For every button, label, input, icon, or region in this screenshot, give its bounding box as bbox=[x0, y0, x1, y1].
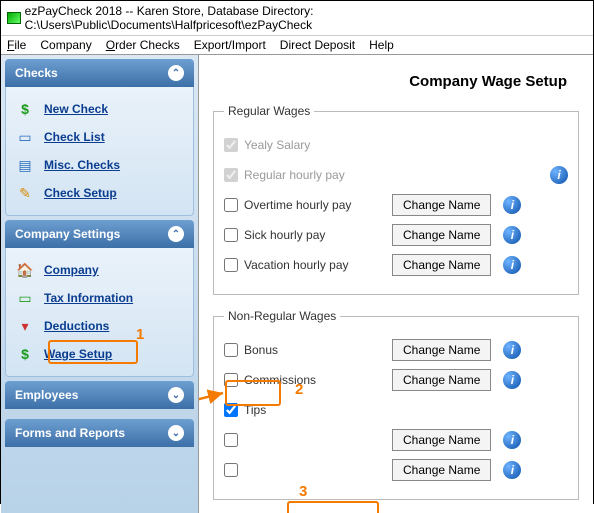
overtime-text: Overtime hourly pay bbox=[244, 198, 351, 212]
help-icon[interactable]: i bbox=[503, 371, 521, 389]
change-name-button[interactable]: Change Name bbox=[392, 369, 491, 391]
help-icon[interactable]: i bbox=[503, 256, 521, 274]
collapse-icon[interactable]: ⌃ bbox=[168, 226, 184, 242]
nav-company[interactable]: 🏠 Company bbox=[12, 256, 187, 284]
help-icon[interactable]: i bbox=[503, 341, 521, 359]
house-icon: 🏠 bbox=[16, 261, 34, 279]
overtime-label[interactable]: Overtime hourly pay bbox=[224, 198, 384, 212]
nav-check-list[interactable]: ▭ Check List bbox=[12, 123, 187, 151]
list-icon: ▭ bbox=[16, 128, 34, 146]
tips-label[interactable]: Tips bbox=[224, 403, 384, 417]
vacation-checkbox[interactable] bbox=[224, 258, 238, 272]
sick-text: Sick hourly pay bbox=[244, 228, 325, 242]
menu-help[interactable]: Help bbox=[369, 38, 394, 52]
nav-link[interactable]: Deductions bbox=[44, 319, 109, 333]
collapse-icon[interactable]: ⌃ bbox=[168, 65, 184, 81]
nonregular-wages-group: Non-Regular Wages Bonus Change Name i Co… bbox=[213, 309, 579, 500]
menu-export-import[interactable]: Export/Import bbox=[194, 38, 266, 52]
menu-file[interactable]: File bbox=[7, 38, 26, 52]
menu-bar: File Company Order Checks Export/Import … bbox=[1, 36, 593, 55]
window-title: ezPayCheck 2018 -- Karen Store, Database… bbox=[25, 4, 587, 32]
main-content: Company Wage Setup Regular Wages Yealy S… bbox=[199, 55, 593, 513]
change-name-button[interactable]: Change Name bbox=[392, 224, 491, 246]
clipboard-icon: ▤ bbox=[16, 156, 34, 174]
nav-misc-checks[interactable]: ▤ Misc. Checks bbox=[12, 151, 187, 179]
nav-new-check[interactable]: $ New Check bbox=[12, 95, 187, 123]
change-name-button[interactable]: Change Name bbox=[392, 254, 491, 276]
app-icon bbox=[7, 12, 21, 24]
wage-icon: $ bbox=[16, 345, 34, 363]
change-name-button[interactable]: Change Name bbox=[392, 459, 491, 481]
panel-company-body: 🏠 Company ▭ Tax Information ▾ Deductions… bbox=[5, 248, 194, 377]
commissions-label[interactable]: Commissions bbox=[224, 373, 384, 387]
nav-link[interactable]: Check List bbox=[44, 130, 105, 144]
panel-checks-title: Checks bbox=[15, 66, 58, 80]
nav-wage-setup[interactable]: $ Wage Setup bbox=[12, 340, 187, 368]
expand-icon[interactable]: ⌄ bbox=[168, 387, 184, 403]
change-name-button[interactable]: Change Name bbox=[392, 429, 491, 451]
panel-employees-title: Employees bbox=[15, 388, 78, 402]
custom2-label[interactable] bbox=[224, 463, 384, 477]
regular-wages-group: Regular Wages Yealy Salary Regular hourl… bbox=[213, 104, 579, 295]
regular-wages-legend: Regular Wages bbox=[224, 104, 314, 118]
nav-link[interactable]: Check Setup bbox=[44, 186, 117, 200]
nav-link[interactable]: Misc. Checks bbox=[44, 158, 120, 172]
annotation-box-1 bbox=[48, 340, 138, 364]
change-name-button[interactable]: Change Name bbox=[392, 194, 491, 216]
sick-label[interactable]: Sick hourly pay bbox=[224, 228, 384, 242]
yearly-salary-text: Yealy Salary bbox=[244, 138, 310, 152]
bonus-label[interactable]: Bonus bbox=[224, 343, 384, 357]
custom2-checkbox[interactable] bbox=[224, 463, 238, 477]
annotation-box-3 bbox=[287, 501, 379, 513]
panel-checks-body: $ New Check ▭ Check List ▤ Misc. Checks … bbox=[5, 87, 194, 216]
tips-checkbox[interactable] bbox=[224, 403, 238, 417]
help-icon[interactable]: i bbox=[503, 431, 521, 449]
custom1-label[interactable] bbox=[224, 433, 384, 447]
menu-direct-deposit[interactable]: Direct Deposit bbox=[280, 38, 355, 52]
vacation-text: Vacation hourly pay bbox=[244, 258, 349, 272]
nav-deductions[interactable]: ▾ Deductions bbox=[12, 312, 187, 340]
bonus-checkbox[interactable] bbox=[224, 343, 238, 357]
hourly-pay-text: Regular hourly pay bbox=[244, 168, 345, 182]
panel-forms-title: Forms and Reports bbox=[15, 426, 125, 440]
nav-check-setup[interactable]: ✎ Check Setup bbox=[12, 179, 187, 207]
commissions-checkbox[interactable] bbox=[224, 373, 238, 387]
yearly-salary-checkbox bbox=[224, 138, 238, 152]
hourly-pay-label: Regular hourly pay bbox=[224, 168, 384, 182]
help-icon[interactable]: i bbox=[503, 461, 521, 479]
page-title: Company Wage Setup bbox=[207, 63, 585, 104]
change-name-button[interactable]: Change Name bbox=[392, 339, 491, 361]
menu-order-checks[interactable]: Order Checks bbox=[106, 38, 180, 52]
panel-checks-header[interactable]: Checks ⌃ bbox=[5, 59, 194, 87]
panel-employees-header[interactable]: Employees ⌄ bbox=[5, 381, 194, 409]
nav-link[interactable]: Tax Information bbox=[44, 291, 133, 305]
bonus-text: Bonus bbox=[244, 343, 278, 357]
yearly-salary-label: Yealy Salary bbox=[224, 138, 384, 152]
expand-icon[interactable]: ⌄ bbox=[168, 425, 184, 441]
deduction-icon: ▾ bbox=[16, 317, 34, 335]
tips-text: Tips bbox=[244, 403, 266, 417]
panel-forms-header[interactable]: Forms and Reports ⌄ bbox=[5, 419, 194, 447]
sick-checkbox[interactable] bbox=[224, 228, 238, 242]
custom1-checkbox[interactable] bbox=[224, 433, 238, 447]
vacation-label[interactable]: Vacation hourly pay bbox=[224, 258, 384, 272]
money-icon: ▭ bbox=[16, 289, 34, 307]
menu-company[interactable]: Company bbox=[40, 38, 91, 52]
commissions-text: Commissions bbox=[244, 373, 316, 387]
title-bar: ezPayCheck 2018 -- Karen Store, Database… bbox=[1, 1, 593, 36]
nav-link[interactable]: Company bbox=[44, 263, 99, 277]
sidebar: Checks ⌃ $ New Check ▭ Check List ▤ Misc… bbox=[1, 55, 199, 513]
help-icon[interactable]: i bbox=[503, 196, 521, 214]
help-icon[interactable]: i bbox=[550, 166, 568, 184]
nonregular-wages-legend: Non-Regular Wages bbox=[224, 309, 340, 323]
overtime-checkbox[interactable] bbox=[224, 198, 238, 212]
hourly-pay-checkbox bbox=[224, 168, 238, 182]
help-icon[interactable]: i bbox=[503, 226, 521, 244]
nav-link[interactable]: New Check bbox=[44, 102, 108, 116]
nav-tax-info[interactable]: ▭ Tax Information bbox=[12, 284, 187, 312]
dollar-icon: $ bbox=[16, 100, 34, 118]
panel-company-title: Company Settings bbox=[15, 227, 120, 241]
panel-company-header[interactable]: Company Settings ⌃ bbox=[5, 220, 194, 248]
wrench-icon: ✎ bbox=[16, 184, 34, 202]
